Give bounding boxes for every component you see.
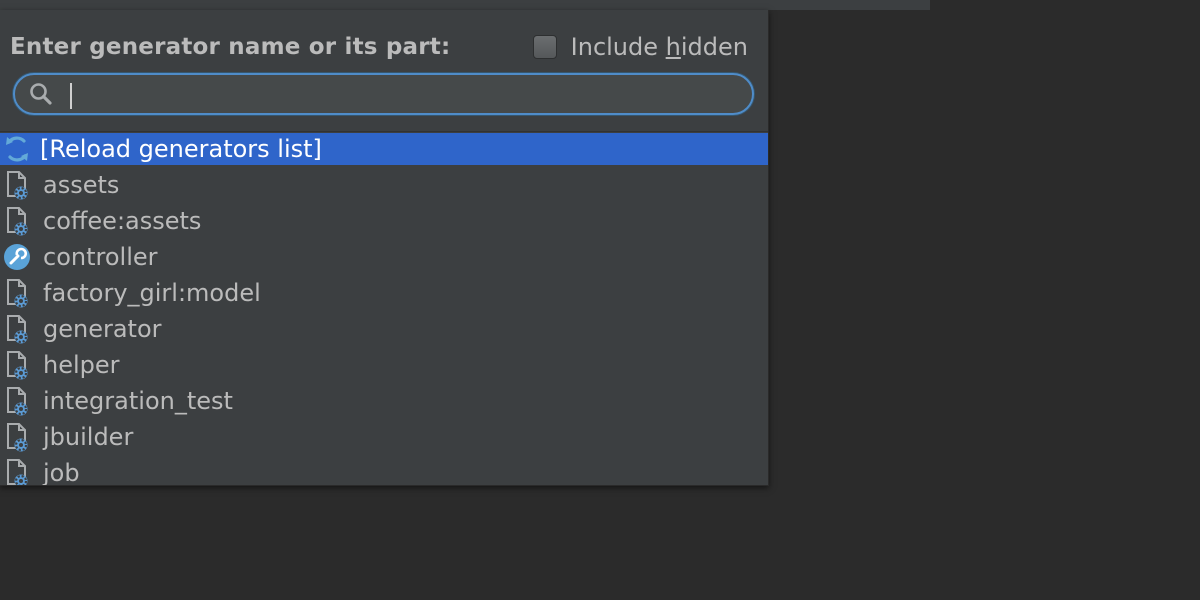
prompt-label: Enter generator name or its part: — [10, 34, 451, 60]
generator-file-icon — [0, 205, 34, 237]
list-item-label: generator — [43, 315, 162, 343]
search-input[interactable] — [56, 77, 752, 111]
list-item-assets[interactable]: assets — [0, 167, 768, 203]
generator-file-icon — [0, 385, 34, 417]
list-item-label: integration_test — [43, 387, 233, 415]
generator-list: [Reload generators list] assets coffee:a… — [0, 133, 768, 486]
list-item-label: coffee:assets — [43, 207, 202, 235]
list-item-job[interactable]: job — [0, 455, 768, 486]
search-icon — [26, 79, 56, 109]
list-item-helper[interactable]: helper — [0, 347, 768, 383]
list-item-label: [Reload generators list] — [40, 135, 322, 163]
generator-file-icon — [0, 457, 34, 485]
generator-file-icon — [0, 277, 34, 309]
divider — [0, 131, 768, 132]
run-generator-popup: Enter generator name or its part: Includ… — [0, 10, 769, 486]
include-hidden-label[interactable]: Include hidden — [571, 30, 748, 64]
list-item-label: assets — [43, 171, 120, 199]
include-hidden-checkbox[interactable] — [532, 35, 557, 59]
list-item-label: controller — [43, 243, 158, 271]
generator-file-icon — [0, 313, 34, 345]
list-item-label: jbuilder — [43, 423, 134, 451]
generator-file-icon — [0, 169, 34, 201]
editor-top-bar — [0, 0, 930, 10]
list-item-controller[interactable]: controller — [0, 239, 768, 275]
text-caret — [70, 83, 72, 109]
list-item-factory-girl-model[interactable]: factory_girl:model — [0, 275, 768, 311]
generator-file-icon — [0, 421, 34, 453]
include-hidden-toggle[interactable]: Include hidden — [532, 30, 748, 64]
reload-icon — [0, 133, 34, 165]
list-item-label: helper — [43, 351, 120, 379]
popup-header: Enter generator name or its part: Includ… — [10, 30, 748, 64]
generator-file-icon — [0, 349, 34, 381]
list-item-coffee-assets[interactable]: coffee:assets — [0, 203, 768, 239]
list-item-reload[interactable]: [Reload generators list] — [0, 133, 768, 165]
search-field[interactable] — [13, 73, 754, 115]
list-item-jbuilder[interactable]: jbuilder — [0, 419, 768, 455]
list-item-generator[interactable]: generator — [0, 311, 768, 347]
wrench-icon — [0, 241, 34, 273]
list-item-label: job — [43, 459, 80, 486]
list-item-integration-test[interactable]: integration_test — [0, 383, 768, 419]
list-item-label: factory_girl:model — [43, 279, 261, 307]
